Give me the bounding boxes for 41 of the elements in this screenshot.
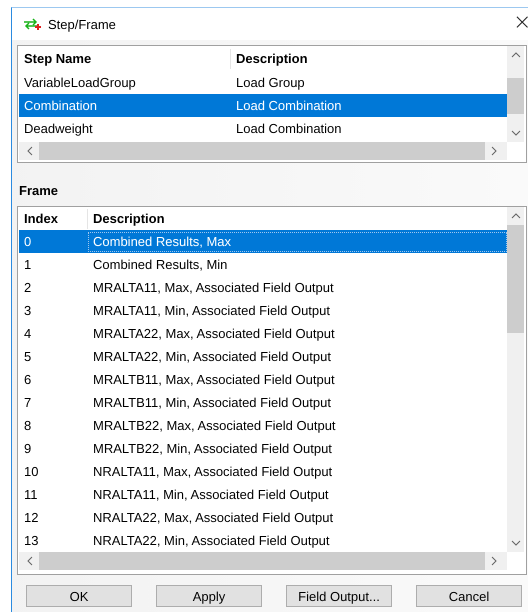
column-header[interactable]: Index	[19, 209, 88, 229]
table-row[interactable]: 0 Combined Results, Max	[19, 230, 507, 253]
scroll-right-icon[interactable]	[491, 556, 497, 566]
table-row[interactable]: VariableLoadGroup Load Group	[19, 71, 507, 94]
horizontal-scrollbar[interactable]	[19, 142, 507, 160]
column-header[interactable]: Step Name	[19, 49, 231, 69]
table-row[interactable]: Deadweight Load Combination	[19, 117, 507, 140]
table-row[interactable]: 9 MRALTB22, Min, Associated Field Output	[19, 437, 507, 460]
scroll-up-icon[interactable]	[510, 52, 520, 58]
table-row[interactable]: 10 NRALTA11, Max, Associated Field Output	[19, 460, 507, 483]
dialog-button[interactable]: Apply	[156, 585, 262, 607]
table-row[interactable]: 6 MRALTB11, Max, Associated Field Output	[19, 368, 507, 391]
scroll-down-icon[interactable]	[510, 540, 520, 546]
table-row[interactable]: 13 NRALTA22, Min, Associated Field Output	[19, 529, 507, 552]
table-row[interactable]: Combination Load Combination	[19, 94, 507, 117]
table-row[interactable]: 1 Combined Results, Min	[19, 253, 507, 276]
dialog-button[interactable]: Cancel	[416, 585, 522, 607]
dialog-button[interactable]: Field Output...	[286, 585, 392, 607]
scroll-up-icon[interactable]	[510, 213, 520, 219]
table-row[interactable]: 3 MRALTA11, Min, Associated Field Output	[19, 299, 507, 322]
scroll-left-icon[interactable]	[27, 146, 33, 156]
column-header[interactable]: Description	[231, 49, 507, 69]
vertical-scrollbar[interactable]	[507, 207, 524, 552]
section-label: Frame	[19, 183, 60, 199]
table-row[interactable]: 4 MRALTA22, Max, Associated Field Output	[19, 322, 507, 345]
close-button[interactable]: ×	[513, 12, 528, 36]
scroll-left-icon[interactable]	[27, 556, 33, 566]
horizontal-scrollbar[interactable]	[19, 552, 507, 570]
arrows-icon	[22, 18, 42, 30]
table-row[interactable]: 7 MRALTB11, Min, Associated Field Output	[19, 391, 507, 414]
table-row[interactable]: 8 MRALTB22, Max, Associated Field Output	[19, 414, 507, 437]
column-header[interactable]: Description	[88, 209, 507, 229]
scroll-down-icon[interactable]	[510, 130, 520, 136]
scroll-right-icon[interactable]	[491, 146, 497, 156]
table-row[interactable]: 2 MRALTA11, Max, Associated Field Output	[19, 276, 507, 299]
dialog-button[interactable]: OK	[26, 585, 132, 607]
table-row[interactable]: 11 NRALTA11, Min, Associated Field Output	[19, 483, 507, 506]
window-title: Step/Frame	[48, 16, 116, 32]
vertical-scrollbar[interactable]	[507, 46, 524, 142]
table-row[interactable]: 5 MRALTA22, Min, Associated Field Output	[19, 345, 507, 368]
table-row[interactable]: 12 NRALTA22, Max, Associated Field Output	[19, 506, 507, 529]
